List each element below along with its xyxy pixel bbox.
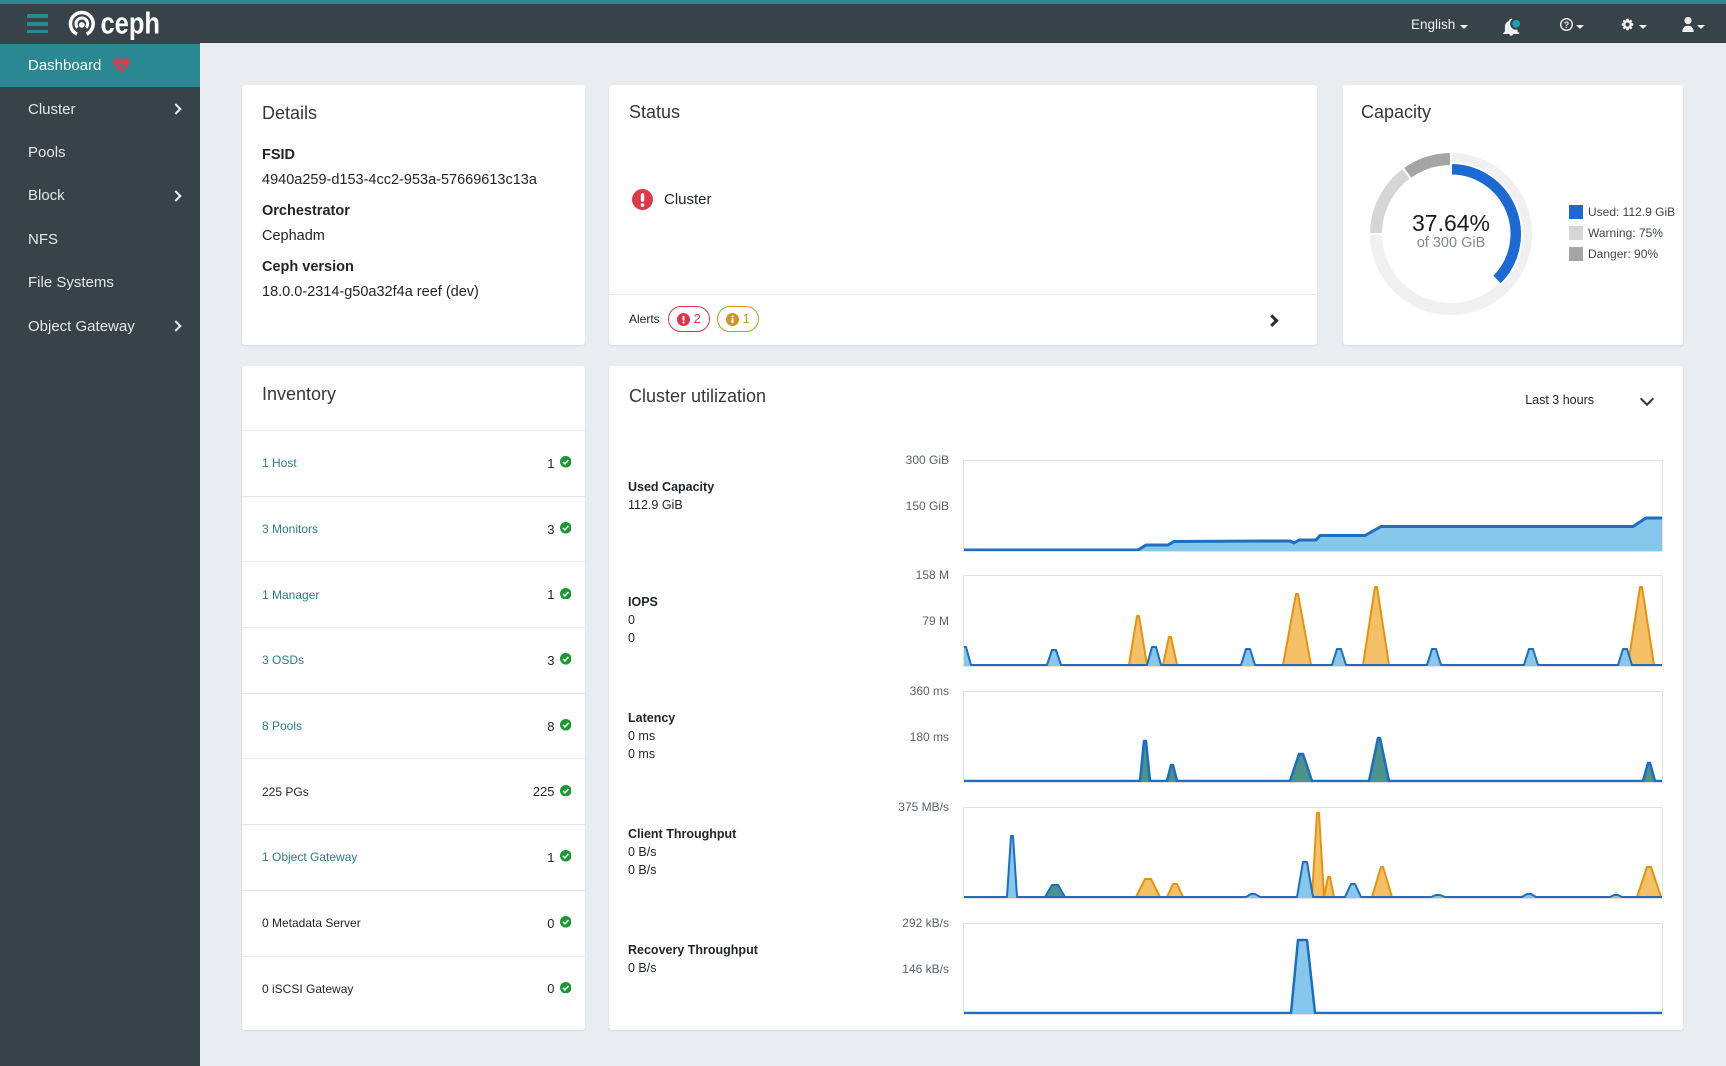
svg-text:?: ? <box>1563 20 1569 30</box>
